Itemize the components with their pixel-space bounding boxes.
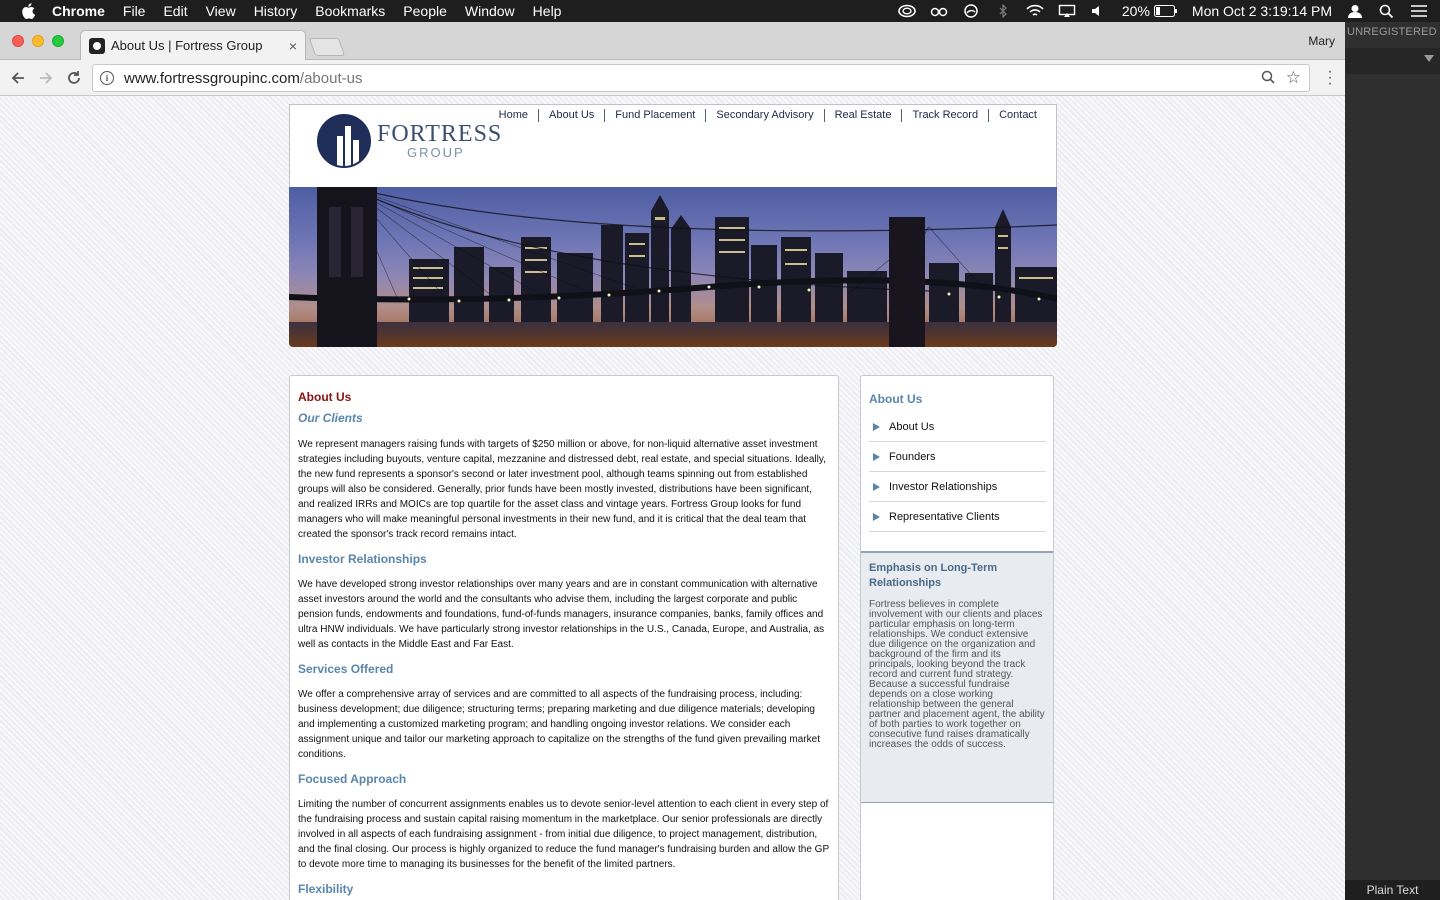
browser-tab-active[interactable]: About Us | Fortress Group ×: [80, 30, 306, 60]
section-title-our-clients: Our Clients: [298, 411, 363, 425]
section-body-focused-approach: Limiting the number of concurrent assign…: [298, 799, 829, 870]
close-window-button[interactable]: [12, 35, 24, 47]
section-title-services-offered: Services Offered: [298, 662, 394, 676]
fortress-site: FORTRESS GROUP Home About Us Fund Placem…: [289, 104, 1057, 900]
sidebar-link-investor-relationships[interactable]: Investor Relationships: [869, 472, 1046, 502]
editor-tab-bar: [1345, 48, 1440, 74]
glasses-icon[interactable]: [930, 4, 948, 18]
chrome-menu-icon[interactable]: · · ·: [1327, 64, 1333, 92]
nav-real-estate[interactable]: Real Estate: [823, 109, 902, 122]
browser-toolbar: i www.fortressgroupinc.com /about-us ☆ ·…: [0, 60, 1345, 96]
minimize-window-button[interactable]: [32, 35, 44, 47]
volume-icon[interactable]: [1090, 4, 1108, 18]
sidebar: About Us About Us Founders Investor Rela…: [860, 375, 1054, 900]
section-title-investor-relationships: Investor Relationships: [298, 552, 427, 566]
apple-menu-icon[interactable]: [18, 3, 38, 19]
page-viewport: FORTRESS GROUP Home About Us Fund Placem…: [0, 96, 1345, 900]
menu-people[interactable]: People: [403, 3, 447, 19]
editor-syntax-status[interactable]: Plain Text: [1345, 880, 1440, 900]
emphasis-title: Emphasis on Long-Term Relationships: [869, 562, 998, 589]
zoom-window-button[interactable]: [52, 35, 64, 47]
spotlight-search-icon[interactable]: [1378, 4, 1396, 18]
section-title-flexibility: Flexibility: [298, 882, 354, 896]
menu-view[interactable]: View: [206, 3, 236, 19]
status-area: 20% Mon Oct 2 3:19:14 PM: [898, 0, 1440, 22]
nav-contact[interactable]: Contact: [988, 109, 1047, 122]
menu-bookmarks[interactable]: Bookmarks: [315, 3, 385, 19]
sidebar-link-label: Representative Clients: [889, 510, 1000, 523]
emphasis-body: Fortress believes in complete involvemen…: [869, 599, 1045, 750]
nav-track-record[interactable]: Track Record: [901, 109, 988, 122]
nav-secondary-advisory[interactable]: Secondary Advisory: [705, 109, 823, 122]
sidebar-link-label: About Us: [889, 420, 935, 433]
chrome-window: About Us | Fortress Group × Mary i www.f…: [0, 22, 1345, 900]
section-body-services-offered: We offer a comprehensive array of servic…: [298, 689, 820, 760]
sync-icon[interactable]: [962, 4, 980, 18]
url-path: /about-us: [299, 69, 363, 87]
section-body-investor-relationships: We have developed strong investor relati…: [298, 579, 825, 650]
section-body-our-clients: We represent managers raising funds with…: [298, 439, 826, 540]
battery-percent[interactable]: 20%: [1122, 3, 1150, 19]
arrow-right-icon: [873, 482, 880, 491]
bluetooth-icon[interactable]: [994, 4, 1012, 18]
tab-strip: About Us | Fortress Group × Mary: [0, 22, 1345, 60]
notification-center-icon[interactable]: [1410, 4, 1428, 18]
macos-menubar: Chrome File Edit View History Bookmarks …: [0, 0, 1440, 22]
menu-app-name[interactable]: Chrome: [52, 3, 105, 19]
forward-arrow-icon[interactable]: [36, 68, 56, 88]
sidebar-link-founders[interactable]: Founders: [869, 442, 1046, 472]
section-title-focused-approach: Focused Approach: [298, 772, 407, 786]
user-icon[interactable]: [1346, 4, 1364, 18]
unregistered-label: UNREGISTERED: [1347, 26, 1437, 38]
battery-icon[interactable]: [1153, 5, 1178, 17]
address-bar[interactable]: i www.fortressgroupinc.com /about-us ☆: [92, 64, 1310, 92]
dropdown-arrow-icon[interactable]: [1424, 55, 1434, 62]
nav-fund-placement[interactable]: Fund Placement: [604, 109, 705, 122]
logo-wordmark: FORTRESS GROUP: [377, 122, 502, 160]
clock[interactable]: Mon Oct 2 3:19:14 PM: [1192, 3, 1332, 19]
airplay-icon[interactable]: [1058, 4, 1076, 18]
site-header: FORTRESS GROUP Home About Us Fund Placem…: [289, 104, 1057, 187]
fortress-logo[interactable]: FORTRESS GROUP: [317, 114, 502, 168]
menu-window[interactable]: Window: [465, 3, 515, 19]
top-navigation: Home About Us Fund Placement Secondary A…: [489, 109, 1047, 122]
fortress-logo-mark-icon: [317, 114, 371, 168]
menu-edit[interactable]: Edit: [163, 3, 187, 19]
sidebar-links: About Us Founders Investor Relationships…: [869, 412, 1046, 532]
city-skyline-banner: [289, 187, 1057, 347]
menu-history[interactable]: History: [254, 3, 298, 19]
profile-name[interactable]: Mary: [1308, 34, 1335, 48]
main-content: About Us Our Clients We represent manage…: [289, 375, 839, 900]
new-tab-button[interactable]: [308, 38, 346, 56]
site-info-icon[interactable]: i: [100, 71, 114, 85]
sidebar-link-label: Founders: [889, 450, 936, 463]
sidebar-link-about-us[interactable]: About Us: [869, 412, 1046, 442]
nav-about-us[interactable]: About Us: [538, 109, 604, 122]
page-title: About Us: [298, 390, 352, 404]
sidebar-link-representative-clients[interactable]: Representative Clients: [869, 502, 1046, 532]
logo-line1: FORTRESS: [377, 121, 503, 147]
bookmark-star-icon[interactable]: ☆: [1286, 68, 1301, 88]
site-favicon-icon: [89, 37, 105, 54]
menu-help[interactable]: Help: [533, 3, 562, 19]
logo-line2: GROUP: [407, 145, 465, 160]
nav-home[interactable]: Home: [489, 109, 538, 122]
creative-cloud-icon[interactable]: [898, 4, 916, 18]
arrow-right-icon: [873, 512, 880, 521]
sidebar-title: About Us: [869, 392, 923, 406]
menu-file[interactable]: File: [123, 3, 146, 19]
url-host: www.fortressgroupinc.com: [124, 69, 300, 87]
tab-title: About Us | Fortress Group: [111, 38, 263, 53]
back-arrow-icon[interactable]: [8, 68, 28, 88]
zoom-magnifier-icon[interactable]: [1261, 70, 1275, 87]
reload-icon[interactable]: [64, 68, 84, 88]
emphasis-box: Emphasis on Long-Term Relationships Fort…: [861, 551, 1053, 803]
arrow-right-icon: [873, 452, 880, 461]
background-editor-window: UNREGISTERED Plain Text: [1345, 22, 1440, 900]
skyline-image: [289, 187, 1057, 347]
tab-close-icon[interactable]: ×: [289, 38, 297, 54]
wifi-icon[interactable]: [1026, 4, 1044, 18]
sidebar-link-label: Investor Relationships: [889, 480, 998, 493]
arrow-right-icon: [873, 422, 880, 431]
